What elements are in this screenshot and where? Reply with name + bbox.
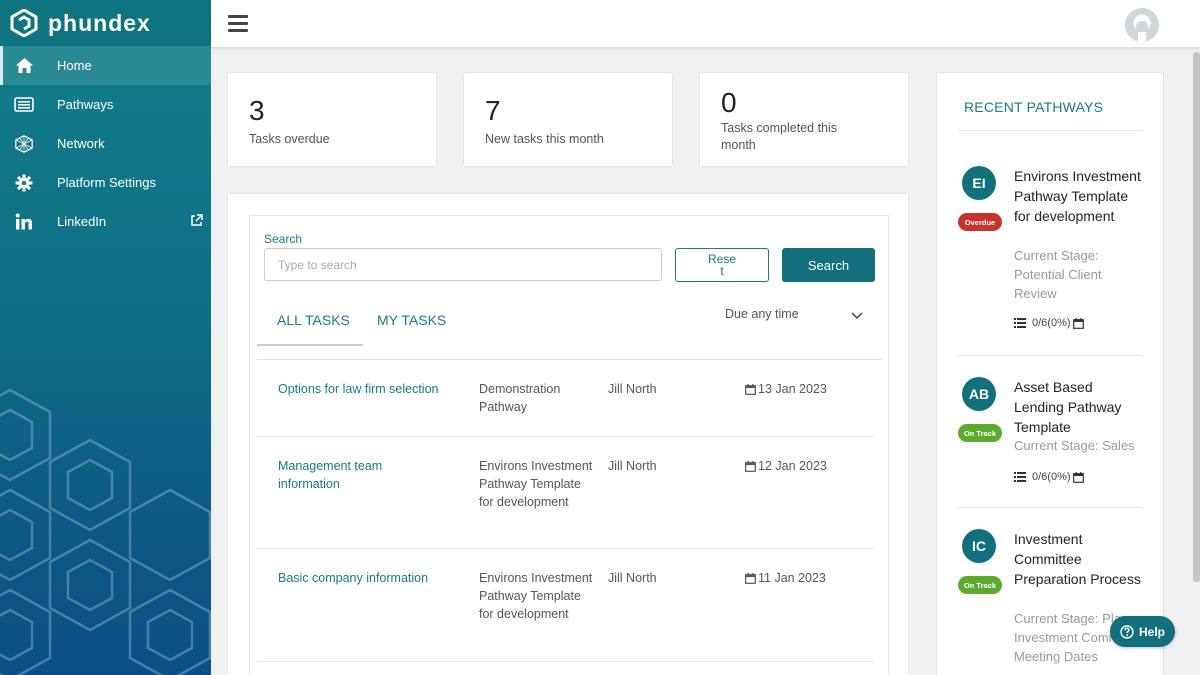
sidebar-item-linkedin[interactable]: LinkedIn xyxy=(0,202,211,241)
sidebar-item-label: Home xyxy=(57,58,92,73)
list-icon xyxy=(14,95,34,115)
recent-pathways-title: RECENT PATHWAYS xyxy=(964,99,1104,115)
progress-text: 0/6(0%) xyxy=(1032,317,1071,329)
pathway-initials-avatar: EI xyxy=(962,166,996,200)
calendar-icon xyxy=(1072,317,1084,329)
pathway-title[interactable]: Asset Based Lending Pathway Template xyxy=(1014,377,1144,437)
divider xyxy=(958,130,1142,131)
pathway-title[interactable]: Investment Committee Preparation Process xyxy=(1014,529,1142,589)
task-name[interactable]: Management team information xyxy=(278,457,428,493)
progress-text: 0/6(0%) xyxy=(1032,471,1071,483)
question-icon xyxy=(1120,624,1134,639)
page-scrollbar[interactable] xyxy=(1193,52,1200,582)
recent-pathway-item[interactable]: AB On Track Asset Based Lending Pathway … xyxy=(958,377,1142,507)
task-date-text: 13 Jan 2023 xyxy=(758,382,827,396)
search-input[interactable] xyxy=(264,248,662,281)
hexagon-pattern-background xyxy=(0,388,211,675)
recent-pathways-panel: RECENT PATHWAYS EI Overdue Environs Inve… xyxy=(936,72,1164,675)
status-badge: On Track xyxy=(958,576,1002,594)
stat-label: Tasks overdue xyxy=(249,132,330,146)
stat-value: 7 xyxy=(485,95,501,126)
stat-value: 3 xyxy=(249,95,265,126)
search-label: Search xyxy=(264,232,303,246)
help-button[interactable]: Help xyxy=(1110,616,1175,647)
brand[interactable]: phundex xyxy=(0,0,211,46)
task-pathway: Environs Investment Pathway Template for… xyxy=(479,459,593,509)
divider xyxy=(958,507,1142,508)
active-tab-underline xyxy=(257,344,363,346)
task-date-text: 12 Jan 2023 xyxy=(758,459,827,473)
reset-button[interactable]: Reset xyxy=(675,248,769,282)
pathway-title[interactable]: Environs Investment Pathway Template for… xyxy=(1014,166,1144,226)
calendar-icon xyxy=(745,460,756,472)
home-icon xyxy=(14,56,34,76)
calendar-icon xyxy=(745,383,756,395)
task-name[interactable]: Basic company information xyxy=(278,569,458,587)
sidebar-item-platform-settings[interactable]: Platform Settings xyxy=(0,163,211,202)
tasks-container: Search Reset Search ALL TASKS MY TASKS D… xyxy=(249,215,889,675)
task-pathway: Demonstration Pathway xyxy=(479,382,561,414)
task-due-date: 11 Jan 2023 xyxy=(745,569,855,587)
pathway-initials-avatar: AB xyxy=(962,377,996,411)
status-badge: Overdue xyxy=(958,213,1002,231)
pathway-progress: 0/6(0%) xyxy=(1014,471,1090,483)
recent-pathway-item[interactable]: EI Overdue Environs Investment Pathway T… xyxy=(958,166,1142,356)
brand-name: phundex xyxy=(48,9,151,36)
help-label: Help xyxy=(1138,624,1165,639)
pathway-current-stage: Current Stage: Potential Client Review xyxy=(1014,248,1102,301)
recent-pathway-item[interactable]: IC On Track Investment Committee Prepara… xyxy=(958,529,1142,675)
pathway-initials-avatar: IC xyxy=(962,529,996,563)
tasks-panel: Search Reset Search ALL TASKS MY TASKS D… xyxy=(227,193,909,675)
table-row[interactable]: Management team information Environs Inv… xyxy=(257,437,874,549)
calendar-icon xyxy=(745,572,756,584)
external-link-icon xyxy=(191,214,203,226)
user-avatar-icon xyxy=(1125,8,1159,42)
sidebar-item-label: Platform Settings xyxy=(57,175,156,190)
due-date-filter[interactable]: Due any time xyxy=(725,307,865,321)
status-badge: On Track xyxy=(958,424,1002,442)
top-bar xyxy=(211,0,1200,47)
sidebar-item-network[interactable]: Network xyxy=(0,124,211,163)
task-date-text: 11 Jan 2023 xyxy=(758,571,826,585)
task-due-date: 13 Jan 2023 xyxy=(745,380,855,398)
tab-my-tasks[interactable]: MY TASKS xyxy=(377,312,446,328)
stat-card-overdue[interactable]: 3 Tasks overdue xyxy=(227,72,437,167)
task-assignee: Jill North xyxy=(608,571,657,585)
sidebar: phundex Home Pathways Network Platform S… xyxy=(0,0,211,675)
stat-value: 0 xyxy=(721,87,737,118)
gear-icon xyxy=(14,173,34,193)
table-row[interactable]: Options for law firm selection Demonstra… xyxy=(257,360,874,437)
user-avatar[interactable] xyxy=(1125,8,1159,42)
sidebar-item-label: LinkedIn xyxy=(57,214,107,229)
linkedin-icon xyxy=(14,212,34,232)
network-icon xyxy=(14,134,34,154)
phundex-logo-icon xyxy=(10,9,38,37)
sidebar-item-label: Pathways xyxy=(57,97,114,112)
stat-card-completed[interactable]: 0 Tasks completed this month xyxy=(699,72,909,167)
table-row[interactable]: Basic company information Environs Inves… xyxy=(257,549,874,662)
chevron-down-icon[interactable] xyxy=(851,311,863,321)
task-due-date: 12 Jan 2023 xyxy=(745,457,855,475)
sidebar-item-label: Network xyxy=(57,136,105,151)
list-icon xyxy=(1014,472,1026,482)
hamburger-menu-icon[interactable] xyxy=(228,15,248,32)
task-pathway: Environs Investment Pathway Template for… xyxy=(479,571,593,621)
divider xyxy=(958,355,1142,356)
pathway-current-stage: Current Stage: Sales xyxy=(1014,438,1135,453)
list-icon xyxy=(1014,318,1026,328)
tab-all-tasks[interactable]: ALL TASKS xyxy=(277,312,350,328)
task-assignee: Jill North xyxy=(608,382,657,396)
stat-label: New tasks this month xyxy=(485,132,604,146)
pathway-progress: 0/6(0%) xyxy=(1014,317,1090,329)
task-name[interactable]: Options for law firm selection xyxy=(278,380,458,398)
calendar-icon xyxy=(1072,471,1084,483)
task-assignee: Jill North xyxy=(608,459,657,473)
stat-label: Tasks completed this month xyxy=(721,121,838,152)
sidebar-item-home[interactable]: Home xyxy=(0,46,211,85)
search-button[interactable]: Search xyxy=(782,248,875,282)
stat-card-new-tasks[interactable]: 7 New tasks this month xyxy=(463,72,673,167)
sidebar-item-pathways[interactable]: Pathways xyxy=(0,85,211,124)
